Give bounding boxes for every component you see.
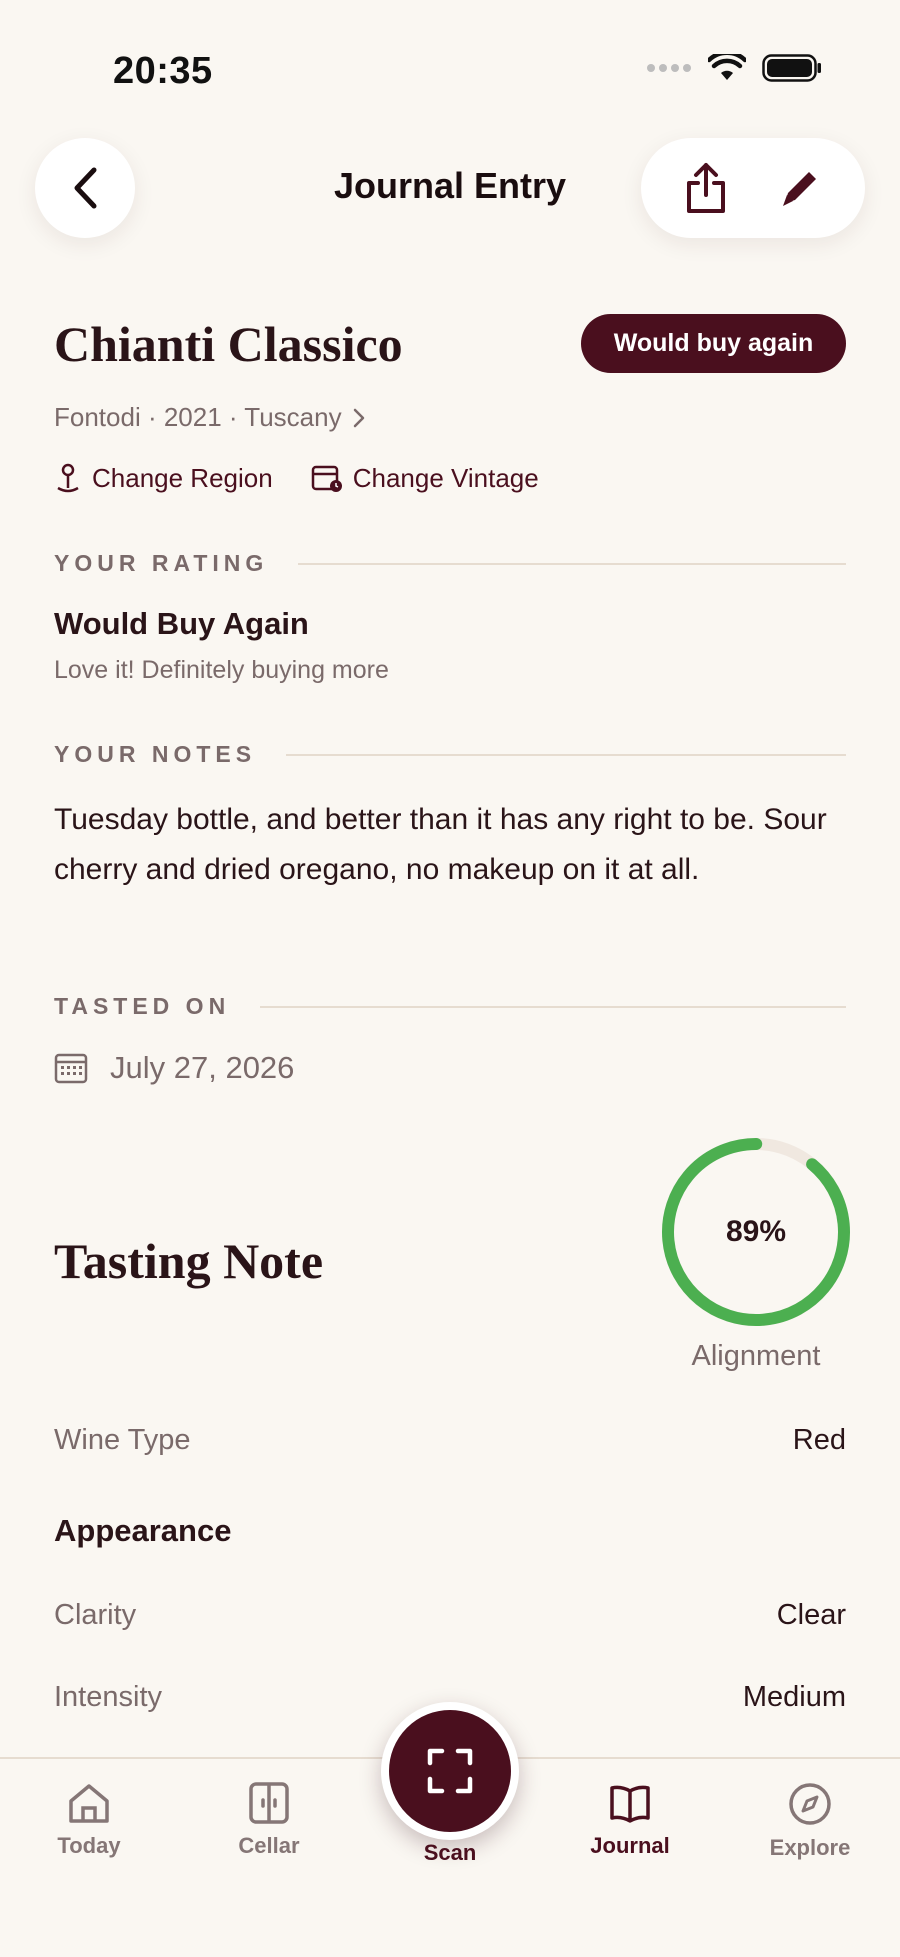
wine-name: Chianti Classico [54,316,403,372]
tab-scan-label[interactable]: Scan [380,1840,520,1866]
status-icons [646,54,822,82]
wifi-icon [708,54,746,80]
clarity-value: Clear [776,1599,846,1631]
tab-label: Today [57,1833,121,1858]
rating-section-label: YOUR RATING [54,550,269,576]
tasting-note-title: Tasting Note [54,1233,324,1289]
share-icon [687,163,725,213]
notes-section-label: YOUR NOTES [54,741,257,767]
change-vintage-label: Change Vintage [352,462,539,493]
status-bar: 20:35 [0,0,900,110]
change-vintage-button[interactable]: Change Vintage [311,462,539,494]
chevron-right-icon [353,408,364,427]
wine-type-row: Wine Type Red [54,1424,846,1457]
book-icon [610,1785,650,1823]
tab-label: Explore [769,1835,851,1860]
cellar-icon [249,1782,289,1824]
wine-subtitle-link[interactable]: Fontodi · 2021 · Tuscany [54,402,366,433]
tab-cellar[interactable]: Cellar [204,1781,334,1859]
clarity-label: Clarity [54,1599,137,1631]
alignment-value: 89% [725,1215,787,1248]
status-time: 20:35 [113,50,213,92]
calendar-icon [54,1053,88,1084]
pencil-icon [783,172,816,206]
calendar-clock-icon [311,465,342,492]
share-button[interactable] [676,158,736,218]
appearance-heading: Appearance [54,1513,232,1548]
tasted-date-row: July 27, 2026 [54,1050,294,1086]
notes-section-header: YOUR NOTES [54,741,846,768]
change-region-button[interactable]: Change Region [54,462,273,494]
rating-subtitle: Love it! Definitely buying more [54,656,389,684]
tasted-date: July 27, 2026 [110,1050,295,1085]
tab-today[interactable]: Today [24,1781,154,1859]
tab-label: Cellar [238,1833,300,1858]
scan-icon [427,1748,473,1794]
location-pin-icon [57,463,79,493]
home-icon [69,1784,109,1823]
signal-icon [647,64,691,72]
edit-button[interactable] [770,158,830,218]
alignment-label: Alignment [691,1340,821,1372]
wine-subtitle: Fontodi · 2021 · Tuscany [54,402,342,432]
tab-label: Journal [590,1833,670,1858]
tab-journal[interactable]: Journal [565,1781,695,1859]
compass-icon [789,1783,831,1825]
change-region-label: Change Region [92,462,273,493]
divider [298,562,846,565]
tasted-section-label: TASTED ON [54,993,231,1019]
rating-section-header: YOUR RATING [54,550,846,577]
battery-icon [762,54,821,82]
scan-button[interactable] [381,1702,519,1840]
divider [286,753,846,756]
clarity-row: Clarity Clear [54,1599,846,1632]
nav-actions [641,138,865,238]
rating-title: Would Buy Again [54,606,309,641]
notes-text: Tuesday bottle, and better than it has a… [54,803,827,886]
wine-type-label: Wine Type [54,1424,191,1456]
change-actions: Change Region Change Vintage [54,462,539,494]
intensity-label: Intensity [54,1681,162,1713]
divider [260,1005,846,1008]
tab-explore[interactable]: Explore [745,1781,875,1861]
would-buy-again-badge: Would buy again [581,314,846,373]
intensity-value: Medium [742,1681,846,1713]
tasted-section-header: TASTED ON [54,993,846,1020]
wine-type-value: Red [792,1424,846,1456]
